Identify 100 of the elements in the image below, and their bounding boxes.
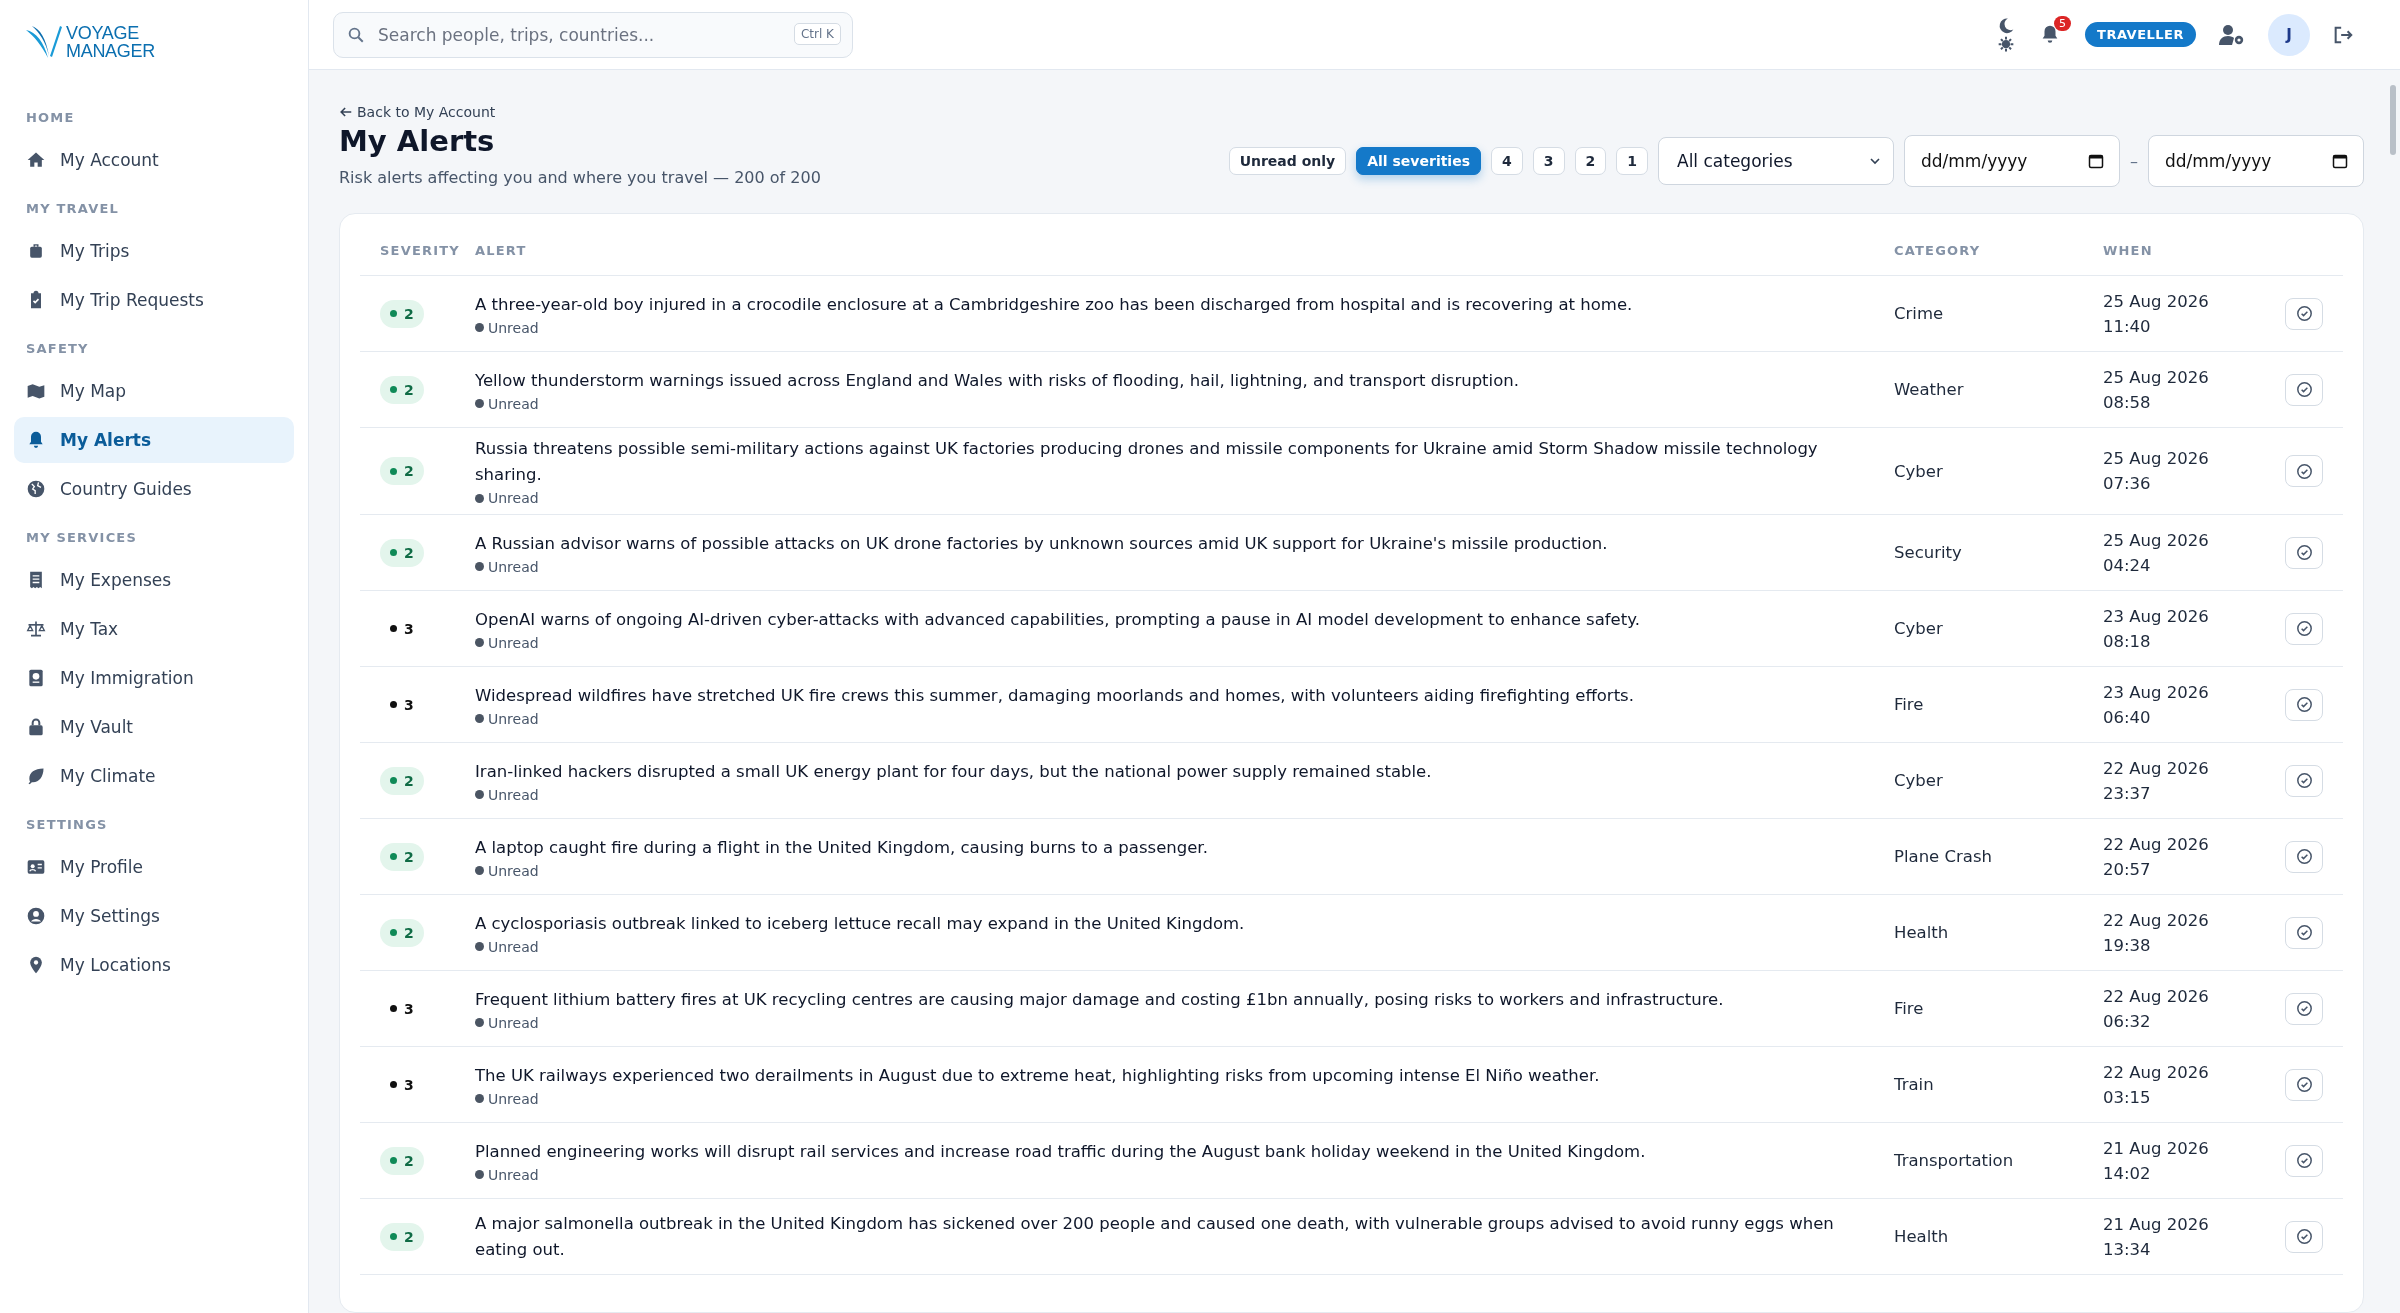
nav-item[interactable]: My Account (14, 137, 294, 183)
filter-chip[interactable]: Unread only (1228, 147, 1347, 175)
unread-status: Unread (475, 1166, 1874, 1183)
filter-chip[interactable]: 1 (1616, 147, 1648, 175)
search-icon (347, 25, 365, 44)
globe-icon (26, 479, 46, 499)
alert-text[interactable]: Russia threatens possible semi-military actions against UK factories producing drones and missile components for Ukraine amid Storm Shadow missile technology sharing. (475, 436, 1874, 488)
section-heading: MY TRAVEL (25, 201, 120, 216)
mark-read-button[interactable] (2285, 992, 2323, 1025)
mark-read-button[interactable] (2285, 688, 2323, 721)
arrow-left-icon (339, 105, 353, 119)
filter-chip[interactable]: 3 (1532, 147, 1565, 175)
severity-badge: 2 (380, 1222, 424, 1251)
severity-badge: 2 (380, 299, 424, 328)
nav-item[interactable]: Country Guides (14, 466, 294, 512)
section-heading: HOME (25, 110, 76, 125)
severity-dot (390, 549, 397, 556)
category-cell-text: Train (1893, 1074, 1935, 1096)
leaf-icon (26, 766, 46, 786)
severity-dot (390, 929, 397, 936)
nav-item[interactable]: My Expenses (14, 557, 294, 603)
nav-item[interactable]: My Map (14, 368, 294, 414)
severity-label: 3 (380, 1070, 424, 1099)
severity-badge: 2 (380, 375, 424, 404)
user-circle-icon (26, 906, 46, 926)
nav-item[interactable]: My Profile (14, 844, 294, 890)
alert-text[interactable]: Yellow thunderstorm warnings issued across England and Wales with risks of flooding, hail, lightning, and transport disruption. (475, 367, 1874, 394)
nav-item[interactable]: My Immigration (14, 655, 294, 701)
page-title: My Alerts (339, 124, 496, 158)
page-subtitle: Risk alerts affecting you and where you travel — 200 of 200 (339, 168, 821, 187)
severity-label: 3 (380, 690, 424, 719)
nav-item[interactable]: My Settings (14, 893, 294, 939)
mark-read-button[interactable] (2285, 916, 2323, 949)
unread-status: Unread (475, 319, 1874, 336)
date-field[interactable]: dd/mm/yyyy (2148, 135, 2364, 187)
user-gear-icon[interactable] (2218, 22, 2246, 47)
unread-status: Unread (475, 1014, 1874, 1031)
alert-text[interactable]: Widespread wildfires have stretched UK fire crews this summer, damaging moorlands and homes, with volunteers aiding firefighting efforts. (475, 682, 1874, 709)
severity-label: 3 (380, 614, 424, 643)
severity-badge: 2 (380, 538, 424, 567)
mark-read-button[interactable] (2285, 1220, 2323, 1253)
alert-text[interactable]: A major salmonella outbreak in the United Kingdom has sickened over 200 people and caused one death, with vulnerable groups advised to avoid runny eggs when eating out. (475, 1210, 1874, 1263)
alert-text[interactable]: A cyclosporiasis outbreak linked to iceberg lettuce recall may expand in the United Kingdom. (475, 910, 1874, 937)
nav-item[interactable]: My Tax (14, 606, 294, 652)
severity-badge: 2 (380, 766, 424, 795)
severity-dot (390, 625, 397, 632)
notification-count: 5 (2054, 15, 2072, 31)
filter-chip[interactable]: All severities (1356, 147, 1481, 175)
severity-badge: 2 (380, 1146, 424, 1175)
house-icon (26, 150, 46, 170)
nav-item[interactable]: My Vault (14, 704, 294, 750)
severity-dot (390, 1157, 397, 1164)
nav-item[interactable]: My Alerts (14, 417, 294, 463)
severity-badge: 2 (380, 918, 424, 947)
mark-read-button[interactable] (2285, 455, 2323, 487)
date-cell-text: 21 Aug 2026 13:34 (2102, 1213, 2210, 1261)
check-circle-icon (2295, 544, 2313, 561)
category-dropdown[interactable]: All categories (1658, 137, 1894, 185)
filter-chip[interactable]: 4 (1491, 147, 1523, 175)
unread-status: Unread (475, 395, 1874, 412)
mark-read-button[interactable] (2285, 536, 2323, 569)
nav-item[interactable]: My Trip Requests (14, 277, 294, 323)
date-cell-text: 21 Aug 2026 14:02 (2102, 1137, 2210, 1185)
severity-dot (390, 701, 397, 708)
nav-item[interactable]: My Trips (14, 228, 294, 274)
nav-item[interactable]: My Locations (14, 942, 294, 988)
severity-label: 3 (380, 994, 424, 1023)
alert-text[interactable]: A Russian advisor warns of possible attacks on UK drone factories by unknown sources amid UK support for Ukraine's missile production. (475, 530, 1874, 557)
check-circle-icon (2295, 772, 2313, 789)
nav-item[interactable]: My Climate (14, 753, 294, 799)
category-cell-text: Cyber (1893, 770, 1944, 792)
alert-text[interactable]: The UK railways experienced two derailments in August due to extreme heat, highlighting risks from upcoming intense El Niño weather. (475, 1062, 1874, 1089)
alert-text[interactable]: Planned engineering works will disrupt rail services and increase road traffic during the August bank holiday weekend in the United Kingdom. (475, 1138, 1874, 1165)
alert-text[interactable]: A three-year-old boy injured in a crocodile enclosure at a Cambridgeshire zoo has been discharged from hospital and is recovering at home. (475, 291, 1874, 318)
filter-chip[interactable]: 2 (1574, 147, 1607, 175)
alert-text[interactable]: OpenAI warns of ongoing AI-driven cyber-attacks with advanced capabilities, prompting a pause in AI model development to enhance safety. (475, 606, 1874, 633)
mark-read-button[interactable] (2285, 764, 2323, 797)
alert-text[interactable]: Frequent lithium battery fires at UK recycling centres are causing major damage and costing £1bn annually, posing risks to workers and infrastructure. (475, 986, 1874, 1013)
date-field[interactable]: dd/mm/yyyy (1904, 135, 2120, 187)
date-cell-text: 22 Aug 2026 20:57 (2102, 833, 2210, 881)
mark-read-button[interactable] (2285, 1068, 2323, 1101)
check-circle-icon (2295, 696, 2313, 713)
mark-read-button[interactable] (2285, 297, 2323, 330)
date-cell-text: 25 Aug 2026 11:40 (2102, 290, 2210, 338)
logo-text: VOYAGE MANAGER (66, 24, 155, 60)
alert-text[interactable]: Iran-linked hackers disrupted a small UK energy plant for four days, but the national power supply remained stable. (475, 758, 1874, 785)
date-cell-text: 23 Aug 2026 06:40 (2102, 681, 2210, 729)
check-circle-icon (2295, 305, 2313, 322)
severity-dot (390, 1081, 397, 1088)
user-avatar[interactable]: J (2268, 13, 2310, 56)
mark-read-button[interactable] (2285, 1144, 2323, 1177)
date-cell-text: 25 Aug 2026 08:58 (2102, 366, 2210, 414)
mark-read-button[interactable] (2285, 840, 2323, 873)
unread-status: Unread (475, 490, 1874, 506)
back-link[interactable]: Back to My Account (339, 104, 821, 120)
mark-read-button[interactable] (2285, 373, 2323, 406)
section-heading: SETTINGS (25, 817, 109, 832)
scale-icon (26, 619, 46, 639)
mark-read-button[interactable] (2285, 612, 2323, 645)
alert-text[interactable]: A laptop caught fire during a flight in the United Kingdom, causing burns to a passenger. (475, 834, 1874, 861)
